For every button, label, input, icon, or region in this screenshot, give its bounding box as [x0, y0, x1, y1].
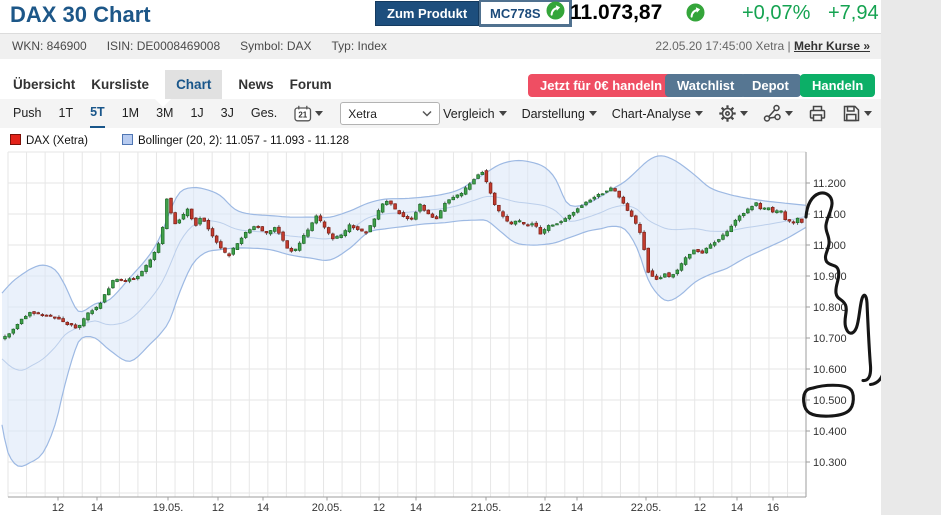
range-1t[interactable]: 1T	[59, 100, 74, 127]
menu-vergleich[interactable]: Vergleich	[443, 107, 506, 121]
instrument-id-2: Symbol: DAX	[240, 39, 311, 53]
page-title: DAX 30 Chart	[10, 2, 151, 28]
svg-text:14: 14	[257, 502, 269, 514]
menu-darstellung[interactable]: Darstellung	[522, 107, 597, 121]
realtime-up-icon	[686, 3, 705, 27]
bollinger-band	[2, 156, 806, 467]
svg-text:10.700: 10.700	[813, 333, 847, 345]
svg-text:14: 14	[571, 502, 583, 514]
dropdown-arrow-icon	[740, 111, 748, 116]
save-icon[interactable]	[842, 104, 872, 123]
instrument-id-0: WKN: 846900	[12, 39, 87, 53]
svg-text:10.500: 10.500	[813, 395, 847, 407]
range-push[interactable]: Push	[13, 100, 42, 127]
product-code: MC778S	[490, 6, 541, 21]
svg-text:12: 12	[539, 502, 551, 514]
svg-text:22.05.: 22.05.	[631, 502, 662, 514]
svg-text:10.600: 10.600	[813, 364, 847, 376]
instrument-info-bar: WKN: 846900 ISIN: DE0008469008 Symbol: DAX…	[0, 33, 881, 59]
toolbar-tools: Vergleich Darstellung Chart-Analyse	[443, 99, 872, 128]
svg-text:10.400: 10.400	[813, 426, 847, 438]
tab-news[interactable]: News	[238, 70, 273, 99]
svg-text:12: 12	[212, 502, 224, 514]
range-ges[interactable]: Ges.	[251, 100, 277, 127]
section-tabs: Übersicht Kursliste Chart News Forum	[13, 70, 332, 99]
tab-bersicht[interactable]: Übersicht	[13, 70, 75, 99]
svg-text:10.300: 10.300	[813, 457, 847, 469]
tab-kursliste[interactable]: Kursliste	[91, 70, 149, 99]
tab-forum[interactable]: Forum	[290, 70, 332, 99]
range-5t[interactable]: 5T	[90, 99, 105, 128]
svg-text:21: 21	[299, 111, 308, 120]
chart-toolbar: Push 1T 5T 1M 3M 1J 3J Ges. 21 Xetra Vergleich Dar…	[0, 99, 881, 128]
button-watchlist[interactable]: Watchlist	[665, 74, 746, 97]
price-chart: 11.20011.10011.00010.90010.80010.70010.6…	[0, 128, 881, 515]
calendar-icon[interactable]: 21	[294, 105, 323, 122]
range-1m[interactable]: 1M	[122, 100, 139, 127]
settings-gear-icon[interactable]	[718, 104, 748, 123]
button-depot[interactable]: Depot	[740, 74, 801, 97]
svg-text:14: 14	[91, 502, 103, 514]
page-right-margin	[881, 0, 941, 515]
venue-select[interactable]: Xetra	[340, 102, 440, 125]
svg-text:21.05.: 21.05.	[471, 502, 502, 514]
svg-text:16: 16	[767, 502, 779, 514]
instrument-id-3: Typ: Index	[332, 39, 387, 53]
button-jetzt-f-r-0-handeln[interactable]: Jetzt für 0€ handeln	[528, 74, 674, 97]
mehr-kurse-link[interactable]: Mehr Kurse »	[794, 39, 870, 53]
svg-text:20.05.: 20.05.	[312, 502, 343, 514]
dropdown-arrow-icon	[695, 111, 703, 116]
button-handeln[interactable]: Handeln	[800, 74, 875, 97]
product-code-badge[interactable]: MC778S	[479, 0, 572, 27]
toolbar-ranges: Push 1T 5T 1M 3M 1J 3J Ges. 21 Xetra	[13, 99, 440, 128]
instrument-ids: WKN: 846900 ISIN: DE0008469008 Symbol: DAX…	[12, 34, 407, 59]
quote-timestamp: 22.05.20 17:45:00 Xetra	[655, 39, 784, 53]
tab-chart[interactable]: Chart	[165, 70, 222, 99]
range-3j[interactable]: 3J	[221, 100, 234, 127]
dax-chart-page: DAX 30 Chart Zum Produkt MC778S 11.073,8…	[0, 0, 941, 515]
svg-text:12: 12	[373, 502, 385, 514]
last-price: 11.073,87	[570, 1, 662, 25]
svg-text:14: 14	[410, 502, 422, 514]
realtime-up-icon	[546, 1, 565, 25]
svg-text:19.05.: 19.05.	[153, 502, 184, 514]
menu-chart-analyse[interactable]: Chart-Analyse	[612, 107, 703, 121]
dropdown-arrow-icon	[864, 111, 872, 116]
dropdown-arrow-icon	[785, 111, 793, 116]
zum-produkt-button[interactable]: Zum Produkt	[375, 1, 479, 26]
svg-text:10.800: 10.800	[813, 302, 847, 314]
svg-text:12: 12	[52, 502, 64, 514]
dropdown-arrow-icon	[589, 111, 597, 116]
svg-text:10.900: 10.900	[813, 271, 847, 283]
venue-select-value: Xetra	[348, 107, 377, 121]
svg-text:14: 14	[731, 502, 743, 514]
dropdown-arrow-icon	[499, 111, 507, 116]
print-icon[interactable]	[808, 104, 827, 123]
instrument-id-1: ISIN: DE0008469008	[107, 39, 220, 53]
share-icon[interactable]	[763, 104, 793, 123]
change-percent: +0,07%	[742, 2, 810, 25]
range-3m[interactable]: 3M	[156, 100, 173, 127]
change-absolute: +7,94	[828, 2, 879, 25]
svg-text:12: 12	[694, 502, 706, 514]
calendar-dropdown-arrow[interactable]	[315, 111, 323, 116]
range-1j[interactable]: 1J	[190, 100, 203, 127]
svg-text:11.200: 11.200	[813, 178, 846, 190]
